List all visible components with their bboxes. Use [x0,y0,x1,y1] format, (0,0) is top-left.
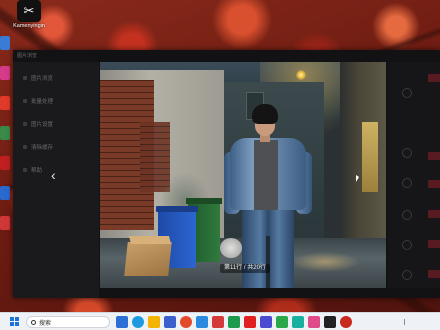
menu-item-label: 清除缓存 [31,145,54,151]
displayed-photo [100,62,386,288]
photo-cardboard-box [124,242,172,276]
circle-button-icon[interactable] [402,178,412,188]
right-panel-marker [428,152,440,160]
right-panel-marker [428,74,440,82]
menu-item-browse[interactable]: 图片浏览 [23,72,99,84]
right-panel-marker [428,270,440,278]
taskbar-app-icon[interactable] [212,316,224,328]
menu-item-label: 图片浏览 [31,76,54,82]
edge-browser-icon[interactable] [132,316,144,328]
menu-item-batch[interactable]: 批量处理 [23,95,99,107]
menu-item-icon [23,122,27,126]
search-icon [31,319,36,325]
man-shirt [254,140,278,210]
image-counter: 第11行 / 共20行 [220,264,270,273]
capcut-desktop-icon[interactable]: ✂ Kamenyingin [13,0,45,29]
menu-item-icon [23,76,27,80]
desktop-icon-column [0,36,12,246]
photo-lit-doorway [362,122,378,192]
taskbar-app-icon[interactable] [228,316,240,328]
desktop-app-icon[interactable] [0,36,10,50]
photo-street-lamp [296,70,306,80]
menu-item-clear-cache[interactable]: 清除缓存 [23,141,99,153]
viewer-right-panel [388,62,440,288]
taskbar-app-icon[interactable] [308,316,320,328]
circle-button-icon[interactable] [402,210,412,220]
circle-button-icon[interactable] [402,148,412,158]
menu-item-label: 图片设置 [31,122,54,128]
mouse-cursor-icon [356,175,359,182]
taskbar-app-icon[interactable] [244,316,256,328]
right-panel-marker [428,210,440,218]
taskbar-app-icon[interactable] [260,316,272,328]
capcut-taskbar-icon[interactable] [324,316,336,328]
photo-man-in-denim [224,104,314,288]
taskbar: 搜索 [0,312,440,330]
capcut-icon-label: Kamenyingin [13,23,45,29]
wechat-icon[interactable] [276,316,288,328]
taskbar-app-icon[interactable] [340,316,352,328]
menu-item-settings[interactable]: 图片设置 [23,118,99,130]
circle-button-icon[interactable] [402,88,412,98]
system-tray-chevron-icon[interactable] [404,319,412,325]
previous-image-arrow-icon[interactable]: ‹ [51,168,56,182]
desktop-app-icon[interactable] [0,216,10,230]
menu-item-icon [23,145,27,149]
menu-item-label: 批量处理 [31,99,54,105]
right-panel-marker [428,240,440,248]
chrome-browser-icon[interactable] [180,316,192,328]
circle-button-icon[interactable] [402,240,412,250]
taskbar-app-icon[interactable] [196,316,208,328]
windows-start-icon[interactable] [10,317,20,327]
desktop-app-icon[interactable] [0,96,10,110]
desktop-app-icon[interactable] [0,186,10,200]
capcut-logo-icon: ✂ [17,0,41,22]
desktop-app-icon[interactable] [0,156,10,170]
viewer-side-panel: 图片浏览 批量处理 图片设置 清除缓存 帮助 [13,62,99,298]
search-placeholder: 搜索 [39,320,52,327]
desktop-app-icon[interactable] [0,126,10,140]
task-view-icon[interactable] [116,316,128,328]
menu-item-icon [23,168,27,172]
store-icon[interactable] [164,316,176,328]
taskbar-app-icon[interactable] [292,316,304,328]
taskbar-search-box[interactable]: 搜索 [26,316,110,328]
menu-item-icon [23,99,27,103]
menu-item-label: 帮助 [31,168,43,174]
circle-button-icon[interactable] [402,270,412,280]
desktop-app-icon[interactable] [0,66,10,80]
file-explorer-icon[interactable] [148,316,160,328]
window-title: 图片浏览 [17,53,38,59]
man-hair [252,104,278,124]
man-leg-gap [266,236,270,288]
menu-item-help[interactable]: 帮助 [23,164,99,176]
right-panel-marker [428,180,440,188]
